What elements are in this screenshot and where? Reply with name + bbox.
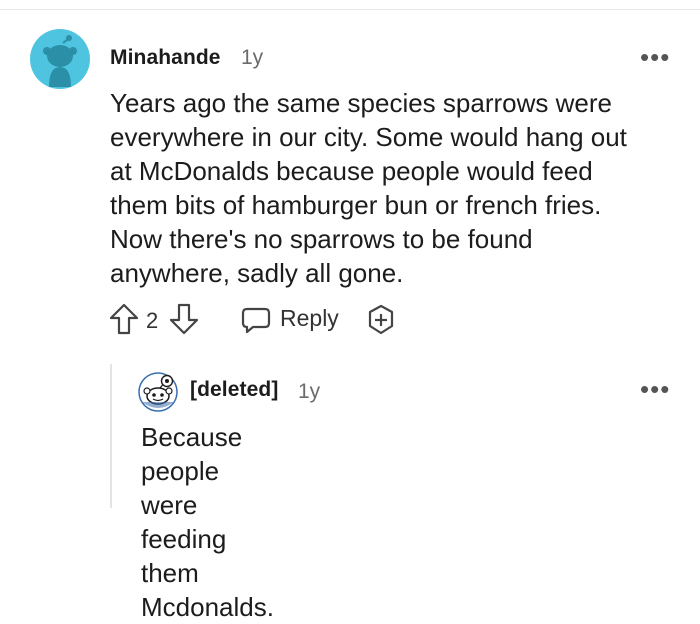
reply-bubble-icon [241, 307, 271, 334]
comment-body: Years ago the same species sparrows were… [110, 86, 627, 290]
reply-label: Reply [280, 305, 339, 331]
comment-actions: 2 Reply [108, 300, 428, 340]
comment-minahande: Minahande 1y ••• Years ago the same spec… [0, 0, 700, 508]
reply-button[interactable]: Reply [240, 304, 340, 336]
comment-author[interactable]: Minahande [110, 46, 221, 70]
comment-age: 1y [241, 46, 264, 69]
comment-body-line: everywhere in our city. Some would hang … [110, 122, 627, 152]
award-plus-icon[interactable] [364, 303, 398, 342]
vote-count: 2 [146, 308, 159, 333]
comment-body-line: them bits of hamburger bun or french fri… [110, 190, 602, 220]
comment-body: Because people were feeding them Mcdonal… [141, 420, 274, 624]
snoo-avatar-icon[interactable] [30, 29, 90, 89]
comment-age: 1y [298, 380, 321, 403]
thread-line[interactable] [110, 364, 112, 508]
deleted-snoo-avatar-icon [138, 372, 178, 412]
comment-body-line: anywhere, sadly all gone. [110, 258, 404, 288]
more-options-icon[interactable]: ••• [640, 44, 670, 70]
comment-body-line: Because people were feeding them [141, 422, 243, 588]
upvote-icon[interactable] [108, 302, 140, 341]
more-options-icon[interactable]: ••• [640, 376, 670, 402]
comment-body-line: Now there's no sparrows to be found [110, 224, 533, 254]
comment-body-line: Mcdonalds. [141, 592, 274, 622]
comment-author[interactable]: [deleted] [190, 378, 278, 402]
comment-body-line: at McDonalds because people would feed [110, 156, 593, 186]
downvote-icon[interactable] [168, 302, 200, 341]
comment-body-line: Years ago the same species sparrows were [110, 88, 612, 118]
